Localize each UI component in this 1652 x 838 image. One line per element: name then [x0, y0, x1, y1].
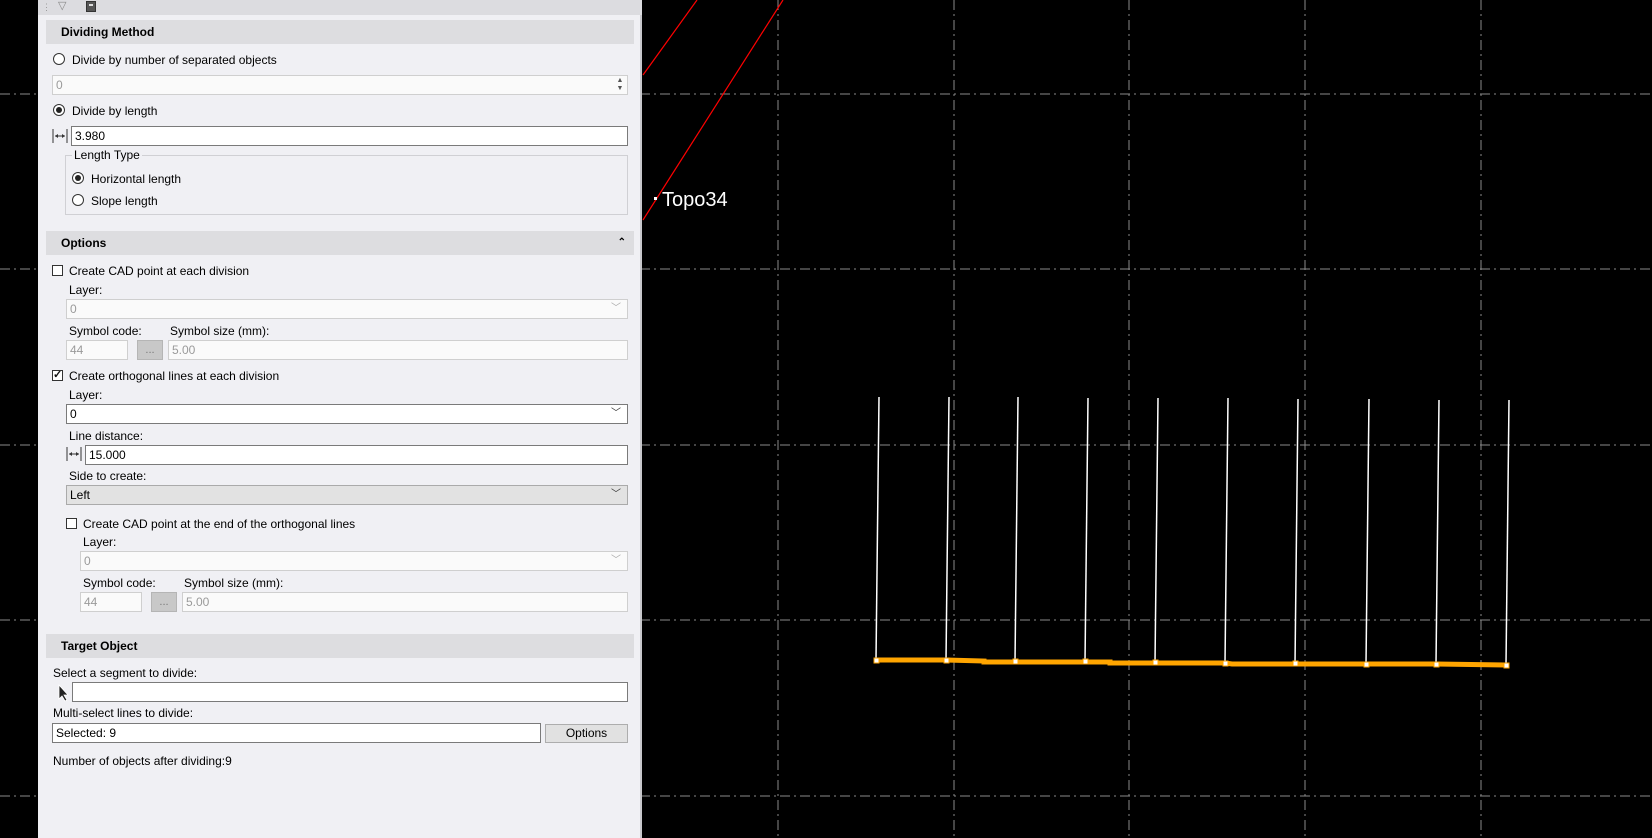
line-distance-label: Line distance: — [69, 429, 144, 443]
end-symbol-browse-button[interactable]: ... — [151, 592, 177, 612]
orth-lines-checkbox[interactable] — [52, 368, 63, 381]
end-symbol-code-input[interactable]: 44 — [80, 592, 142, 612]
dividing-method-title: Dividing Method — [61, 25, 155, 39]
selected-count-field[interactable]: Selected: 9 — [52, 723, 541, 743]
chevron-down-icon: ﹀ — [611, 303, 621, 314]
topo-point-label: Topo34 — [662, 189, 728, 211]
end-point-label: Create CAD point at the end of the ortho… — [83, 517, 356, 531]
line-distance-input[interactable]: 15.000 — [85, 445, 628, 465]
cad-point-layer-select[interactable]: 0 ﹀ — [66, 299, 628, 319]
pick-cursor-icon[interactable] — [58, 684, 70, 702]
target-object-title: Target Object — [61, 639, 138, 653]
chevron-down-icon: ﹀ — [611, 489, 621, 500]
length-input[interactable]: 3.980 — [71, 126, 628, 146]
topo-point-marker[interactable] — [654, 197, 657, 200]
side-value: Left — [70, 488, 91, 502]
side-label: Side to create: — [69, 469, 147, 483]
spinner-arrows-icon[interactable]: ▲ ▼ — [615, 77, 625, 93]
cad-point-label: Create CAD point at each division — [69, 264, 250, 278]
side-select[interactable]: Left ﹀ — [66, 485, 628, 505]
calculator-icon[interactable] — [86, 1, 96, 12]
red-boundary-line[interactable] — [642, 0, 784, 221]
end-layer-value: 0 — [84, 554, 91, 568]
target-object-header: Target Object — [46, 634, 634, 658]
end-symbol-size-input[interactable]: 5.00 — [182, 592, 628, 612]
cad-point-layer-label: Layer: — [69, 283, 103, 297]
chevron-down-icon: ﹀ — [611, 555, 621, 566]
target-options-button[interactable]: Options — [545, 724, 628, 743]
options-header[interactable]: Options ⌃ — [46, 231, 634, 255]
divide-by-count-radio[interactable] — [53, 53, 65, 65]
count-stepper[interactable]: 0 ▲ ▼ — [52, 75, 628, 95]
select-segment-label: Select a segment to divide: — [53, 666, 198, 680]
end-symbol-size-label: Symbol size (mm): — [184, 576, 284, 590]
grip-icon[interactable]: ⋮ — [42, 2, 51, 12]
symbol-size-input[interactable]: 5.00 — [168, 340, 628, 360]
orth-lines-label: Create orthogonal lines at each division — [69, 369, 280, 383]
collapse-chevron-icon[interactable]: ⌃ — [618, 231, 626, 255]
distance-measure-icon[interactable] — [66, 447, 82, 461]
horizontal-length-label: Horizontal length — [91, 172, 182, 186]
segment-input[interactable] — [72, 682, 628, 702]
cad-point-layer-value: 0 — [70, 302, 77, 316]
panel-toolbar: ⋮ ▽ — [38, 0, 642, 15]
end-symbol-code-label: Symbol code: — [83, 576, 156, 590]
end-layer-label: Layer: — [83, 535, 117, 549]
red-boundary-line-2[interactable] — [642, 0, 698, 76]
divide-panel: ⋮ ▽ Dividing Method Divide by number of … — [38, 0, 642, 838]
orth-layer-label: Layer: — [69, 388, 103, 402]
orth-layer-select[interactable]: 0 ﹀ — [66, 404, 628, 424]
slope-length-label: Slope length — [91, 194, 158, 208]
dividing-method-header: Dividing Method — [46, 20, 634, 44]
filter-icon[interactable]: ▽ — [58, 0, 70, 12]
end-layer-select[interactable]: 0 ﹀ — [80, 551, 628, 571]
cad-point-checkbox[interactable] — [52, 265, 63, 276]
symbol-code-input[interactable]: 44 — [66, 340, 128, 360]
divide-by-count-label: Divide by number of separated objects — [72, 53, 277, 67]
divided-segment[interactable] — [876, 657, 1507, 668]
symbol-browse-button[interactable]: ... — [137, 340, 163, 360]
slope-length-radio[interactable] — [72, 194, 84, 206]
symbol-size-label: Symbol size (mm): — [170, 324, 270, 338]
count-value: 0 — [56, 78, 63, 92]
divide-by-length-label: Divide by length — [72, 104, 158, 118]
multi-select-label: Multi-select lines to divide: — [53, 706, 194, 720]
horizontal-length-radio[interactable] — [72, 172, 84, 184]
orthogonal-lines[interactable] — [875, 396, 1510, 666]
result-count-text: Number of objects after dividing:9 — [53, 754, 232, 768]
length-measure-icon[interactable] — [52, 129, 68, 143]
options-title: Options — [61, 236, 107, 250]
end-point-checkbox[interactable] — [66, 518, 77, 529]
length-type-title: Length Type — [72, 148, 142, 162]
divide-by-length-radio[interactable] — [53, 104, 65, 116]
orth-layer-value: 0 — [70, 407, 77, 421]
symbol-code-label: Symbol code: — [69, 324, 142, 338]
chevron-down-icon: ﹀ — [611, 408, 621, 419]
